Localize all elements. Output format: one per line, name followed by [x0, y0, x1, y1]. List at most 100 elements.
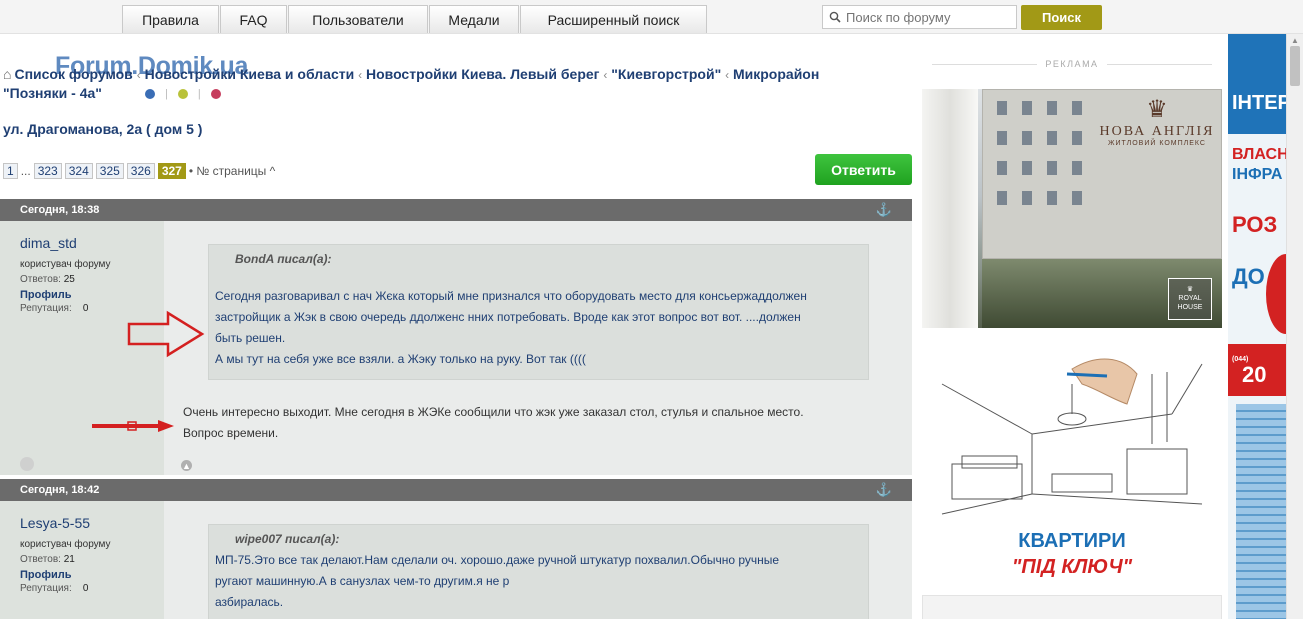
theme-dot-green[interactable]: [177, 89, 188, 99]
crown-icon: ♛: [1146, 96, 1168, 123]
post-line: Очень интересно выходит. Мне сегодня в Ж…: [183, 405, 804, 419]
post-line: Вопрос времени.: [183, 426, 279, 440]
quote-text: Сегодня разговаривал с нач Жєка который …: [215, 286, 860, 370]
search-input[interactable]: [846, 9, 1006, 25]
badge-line: ROYAL: [1178, 295, 1202, 302]
interior-sketch-illustration: [941, 358, 1203, 515]
post-header: Сегодня, 18:38 ⚓: [0, 199, 912, 221]
online-status-icon: [20, 457, 34, 471]
quote-line: Сегодня разговаривал с нач Жєка который …: [215, 289, 807, 303]
post-time: Сегодня, 18:42: [20, 484, 100, 496]
ad-banner-nova-anglia[interactable]: ♛ НОВА АНГЛІЯ ЖИТЛОВИЙ КОМПЛЕКС ♛ ROYAL …: [922, 89, 1222, 328]
ad-label: РЕКЛАМА: [922, 59, 1222, 69]
author-answers: Ответов: 25: [20, 274, 75, 285]
pagination-ellipsis: ...: [20, 164, 31, 178]
page-link-1[interactable]: 1: [3, 163, 18, 179]
anchor-icon[interactable]: ⚓: [876, 199, 892, 221]
theme-dot-red[interactable]: [210, 89, 221, 99]
badge-line: HOUSE: [1177, 304, 1203, 311]
quote-author: wipe007 писал(а):: [235, 532, 340, 546]
post-time: Сегодня, 18:38: [20, 204, 100, 216]
author-role: користувач форуму: [20, 259, 111, 270]
breadcrumb-separator: ‹: [725, 68, 730, 82]
quote-author: BondA писал(а):: [235, 252, 332, 266]
red-arrow-annotation: [127, 310, 205, 358]
royal-house-badge: ♛ ROYAL HOUSE: [1168, 278, 1212, 320]
author-answers: Ответов: 21: [20, 554, 75, 565]
quote-text: МП-75.Это все так делают.Нам сделали оч.…: [215, 550, 860, 613]
reputation-value: 0: [82, 303, 89, 314]
quote-line: МП-75.Это все так делают.Нам сделали оч.…: [215, 553, 780, 567]
page-number-jump[interactable]: • № страницы ^: [189, 164, 275, 178]
quote-line: А мы тут на себя уже все взяли. а Жэку т…: [215, 352, 586, 366]
top-navigation-bar: Правила FAQ Пользователи Медали Расширен…: [0, 0, 1303, 34]
ad-banner-turnkey-apartments[interactable]: КВАРТИРИ "ПІД КЛЮЧ": [922, 344, 1222, 589]
anchor-icon[interactable]: ⚓: [876, 479, 892, 501]
sidebar-widget: [922, 595, 1222, 619]
quote-block: wipe007 писал(а): МП-75.Это все так дела…: [208, 524, 869, 619]
scroll-up-icon[interactable]: ▲: [1291, 36, 1299, 45]
tab-users[interactable]: Пользователи: [288, 5, 428, 33]
home-icon[interactable]: ⌂: [3, 65, 11, 83]
ad-text: 20: [1242, 362, 1267, 387]
forum-search-box[interactable]: [822, 5, 1017, 29]
ad-text: РОЗ: [1232, 212, 1278, 237]
ad-text: ІНФРА: [1232, 166, 1283, 183]
ad-brand-subtitle: ЖИТЛОВИЙ КОМПЛЕКС: [1108, 140, 1206, 147]
page-link-324[interactable]: 324: [64, 163, 93, 179]
ad-text: ВЛАСН: [1232, 146, 1286, 163]
reply-button[interactable]: Ответить: [815, 154, 912, 185]
profile-link[interactable]: Профиль: [20, 569, 71, 581]
breadcrumb-kyivgorstroy[interactable]: "Киевгорстрой": [611, 66, 721, 82]
author-name[interactable]: dima_std: [20, 235, 77, 251]
quote-line: быть решен.: [215, 331, 286, 345]
post-header: Сегодня, 18:42 ⚓: [0, 479, 912, 501]
post-author-panel: Lesya-5-55 користувач форуму Ответов: 21…: [0, 501, 164, 619]
ad-title: КВАРТИРИ: [1018, 530, 1126, 552]
reputation-label: Репутация:: [20, 583, 72, 594]
divider: |: [165, 88, 168, 100]
ad-subtitle: "ПІД КЛЮЧ": [1011, 556, 1133, 578]
ad-text: ІНТЕР: [1232, 92, 1286, 114]
page-link-325[interactable]: 325: [95, 163, 124, 179]
pagination: 1 ... 323 324 325 326 327 • № страницы ^: [3, 163, 275, 179]
theme-dot-blue[interactable]: [145, 89, 155, 99]
answers-label: Ответов:: [20, 554, 61, 565]
answers-count: 25: [63, 274, 75, 285]
sidebar: РЕКЛАМА ♛ НОВА АНГЛІЯ ЖИТЛОВИЙ КОМПЛЕКС …: [915, 34, 1228, 619]
breadcrumb-left-bank[interactable]: Новостройки Киева. Левый берег: [366, 66, 600, 82]
page-link-326[interactable]: 326: [126, 163, 155, 179]
quote-line: ругают машинную.А в санузлах чем-то друг…: [215, 574, 510, 588]
breadcrumb-separator: ‹: [136, 68, 141, 82]
profile-link[interactable]: Профиль: [20, 289, 71, 301]
forum-main-content: Forum.Domik.ua ⌂ Список форумов ‹ Новостр…: [0, 34, 915, 619]
breadcrumb-kyiv-region[interactable]: Новостройки Киева и области: [145, 66, 355, 82]
search-button[interactable]: Поиск: [1021, 5, 1102, 30]
skyscraper-ad-banner[interactable]: ІНТЕР ВЛАСН ІНФРА РОЗ ДО (044) 20: [1228, 34, 1286, 619]
answers-count: 21: [63, 554, 75, 565]
crown-icon: ♛: [1186, 286, 1194, 293]
page-title[interactable]: ул. Драгоманова, 2а ( дом 5 ): [3, 121, 202, 137]
reputation-label: Репутация:: [20, 303, 72, 314]
tab-medals[interactable]: Медали: [429, 5, 519, 33]
answers-label: Ответов:: [20, 274, 61, 285]
divider: |: [197, 88, 201, 100]
tab-faq[interactable]: FAQ: [220, 5, 287, 33]
tab-advanced-search[interactable]: Расширенный поиск: [520, 5, 707, 33]
quote-line: застройщик а Жэк в свою очередь ддолженс…: [215, 310, 801, 324]
quote-block: BondA писал(а): Сегодня разговаривал с н…: [208, 244, 869, 380]
breadcrumb: ⌂ Список форумов ‹ Новостройки Киева и об…: [3, 65, 883, 102]
quote-line: азбиралась.: [215, 595, 284, 609]
ad-text: ДО: [1232, 264, 1265, 289]
scrollbar-thumb[interactable]: [1290, 46, 1300, 86]
tab-rules[interactable]: Правила: [122, 5, 219, 33]
page-scrollbar[interactable]: ▲: [1286, 34, 1303, 619]
author-name[interactable]: Lesya-5-55: [20, 515, 90, 531]
page-link-323[interactable]: 323: [33, 163, 62, 179]
breadcrumb-separator: ‹: [603, 68, 608, 82]
scroll-top-icon[interactable]: ▲: [181, 460, 192, 471]
post-text: Очень интересно выходит. Мне сегодня в Ж…: [183, 402, 883, 444]
breadcrumb-separator: ‹: [358, 68, 363, 82]
author-reputation: Репутация: 0: [20, 583, 88, 594]
breadcrumb-forum-list[interactable]: Список форумов: [14, 66, 132, 82]
